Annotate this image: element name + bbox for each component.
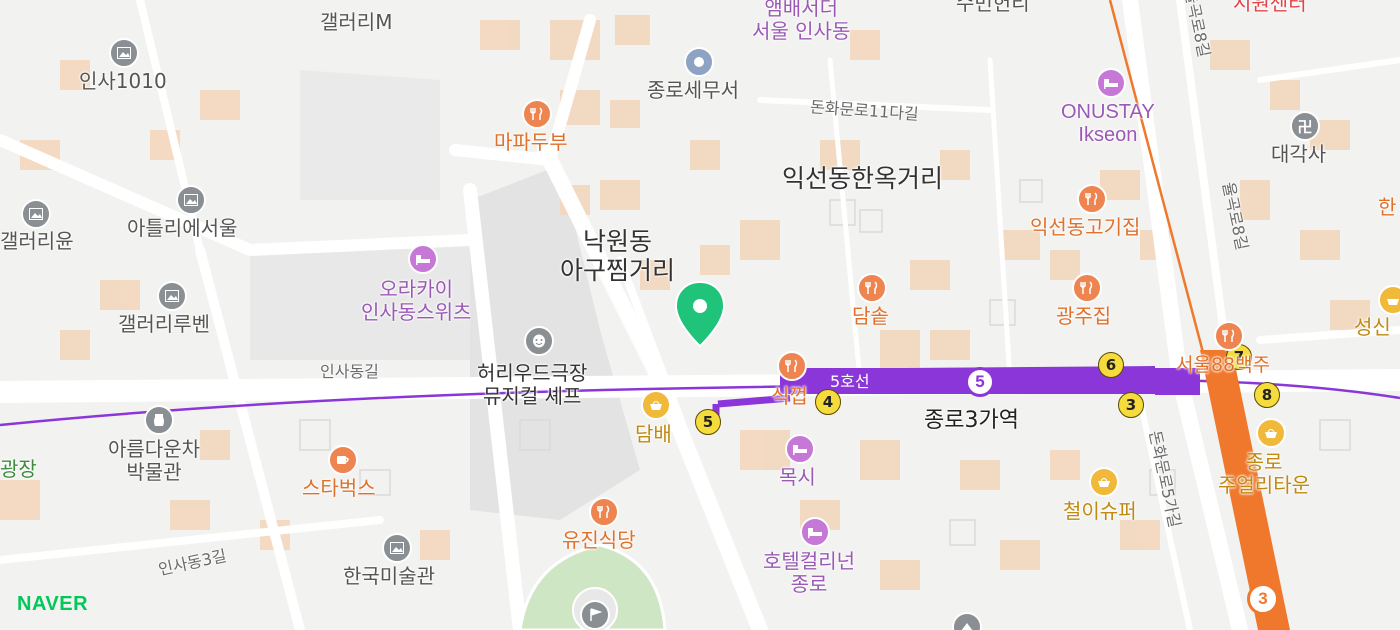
poi-label[interactable]: 오라카이 인사동스위츠 bbox=[361, 278, 471, 324]
hotel-icon[interactable] bbox=[1096, 68, 1126, 98]
poi-label[interactable]: 한국미술관 bbox=[343, 565, 435, 588]
poi-label[interactable]: 한 bbox=[1378, 196, 1396, 219]
exit-8[interactable]: 8 bbox=[1254, 382, 1280, 408]
poi-label[interactable]: 성신 bbox=[1354, 316, 1391, 339]
poi-label[interactable]: 종로세무서 bbox=[647, 79, 739, 102]
museum-icon[interactable] bbox=[144, 405, 174, 435]
poi-label[interactable]: 허리우드극장 뮤지컬 셰프 bbox=[477, 362, 587, 408]
hotel-icon[interactable] bbox=[800, 517, 830, 547]
exit-6[interactable]: 6 bbox=[1098, 352, 1124, 378]
office-icon[interactable] bbox=[684, 47, 714, 77]
poi-label[interactable]: 익선동고기집 bbox=[1030, 216, 1140, 239]
exit-5[interactable]: 5 bbox=[695, 409, 721, 435]
poi-label[interactable]: 종로 주얼리타운 bbox=[1218, 451, 1310, 497]
poi-label[interactable]: 시원센터 bbox=[1233, 0, 1307, 15]
poi-label[interactable]: 갤러리루벤 bbox=[118, 313, 210, 336]
location-pin-icon[interactable] bbox=[674, 280, 726, 348]
poi-label[interactable]: 대각사 bbox=[1271, 143, 1326, 166]
line3-badge[interactable]: 3 bbox=[1247, 583, 1279, 615]
gallery-icon[interactable] bbox=[109, 38, 139, 68]
restaurant-icon[interactable] bbox=[589, 497, 619, 527]
shop-icon[interactable] bbox=[1089, 467, 1119, 497]
gallery-icon[interactable] bbox=[382, 533, 412, 563]
poi-label[interactable]: 인사1010 bbox=[79, 70, 167, 93]
poi-label[interactable]: 철이슈퍼 bbox=[1063, 500, 1137, 523]
flag-icon[interactable] bbox=[580, 600, 610, 630]
poi-label[interactable]: 스타벅스 bbox=[302, 477, 376, 500]
poi-label[interactable]: 마파두부 bbox=[494, 131, 568, 154]
exit-3[interactable]: 3 bbox=[1118, 392, 1144, 418]
exit-4[interactable]: 4 bbox=[815, 389, 841, 415]
poi-label[interactable]: 담배 bbox=[635, 423, 672, 446]
area-label-ikseon: 익선동한옥거리 bbox=[782, 164, 944, 193]
restaurant-icon[interactable] bbox=[1214, 321, 1244, 351]
poi-label[interactable]: 담솥 bbox=[852, 305, 889, 328]
line5-label: 5호선 bbox=[830, 372, 870, 391]
shop-icon[interactable] bbox=[1378, 285, 1400, 315]
theater-icon[interactable] bbox=[524, 326, 554, 356]
poi-label[interactable]: 유진식당 bbox=[562, 529, 636, 552]
map-canvas[interactable]: 5 5호선 3 6 4 5 3 7 8 종로3가역 익선동한옥거리 낙원동 아구… bbox=[0, 0, 1400, 630]
road-label-insadong-gil: 인사동길 bbox=[320, 362, 379, 381]
poi-label[interactable]: 광장 bbox=[0, 458, 37, 481]
restaurant-icon[interactable] bbox=[857, 273, 887, 303]
station-label[interactable]: 종로3가역 bbox=[924, 408, 1019, 433]
poi-label[interactable]: ONUSTAY Ikseon bbox=[1061, 101, 1155, 147]
area-label-nakwon: 낙원동 아구찜거리 bbox=[560, 227, 676, 285]
poi-label[interactable]: 아틀리에서울 bbox=[127, 217, 237, 240]
hotel-icon[interactable] bbox=[785, 434, 815, 464]
poi-label[interactable]: 목시 bbox=[779, 466, 816, 489]
restaurant-icon[interactable] bbox=[522, 99, 552, 129]
restaurant-icon[interactable] bbox=[1077, 184, 1107, 214]
poi-label[interactable]: 식껍 bbox=[771, 385, 808, 408]
restaurant-icon[interactable] bbox=[777, 351, 807, 381]
gallery-icon[interactable] bbox=[176, 185, 206, 215]
poi-label[interactable]: 갤러리M bbox=[320, 11, 392, 34]
poi-label[interactable]: 수번헌리 bbox=[956, 0, 1030, 15]
temple-icon[interactable]: 卍 bbox=[1290, 111, 1320, 141]
gallery-icon[interactable] bbox=[157, 281, 187, 311]
hotel-icon[interactable] bbox=[408, 244, 438, 274]
poi-label[interactable]: 서울88백주 bbox=[1176, 354, 1270, 377]
restaurant-icon[interactable] bbox=[1072, 273, 1102, 303]
poi-label[interactable]: 아름다운차 박물관 bbox=[108, 438, 200, 484]
line5-badge[interactable]: 5 bbox=[965, 367, 995, 397]
gallery-icon[interactable] bbox=[21, 199, 51, 229]
naver-logo[interactable]: NAVER bbox=[17, 593, 88, 616]
shop-icon[interactable] bbox=[1256, 418, 1286, 448]
poi-label[interactable]: 갤러리윤 bbox=[0, 230, 74, 253]
poi-label[interactable]: 광주집 bbox=[1056, 305, 1111, 328]
shop-icon[interactable] bbox=[641, 390, 671, 420]
poi-label[interactable]: 호텔컬리넌 종로 bbox=[763, 550, 855, 596]
poi-label[interactable]: 앰배서더 서울 인사동 bbox=[752, 0, 850, 43]
cafe-icon[interactable] bbox=[328, 445, 358, 475]
